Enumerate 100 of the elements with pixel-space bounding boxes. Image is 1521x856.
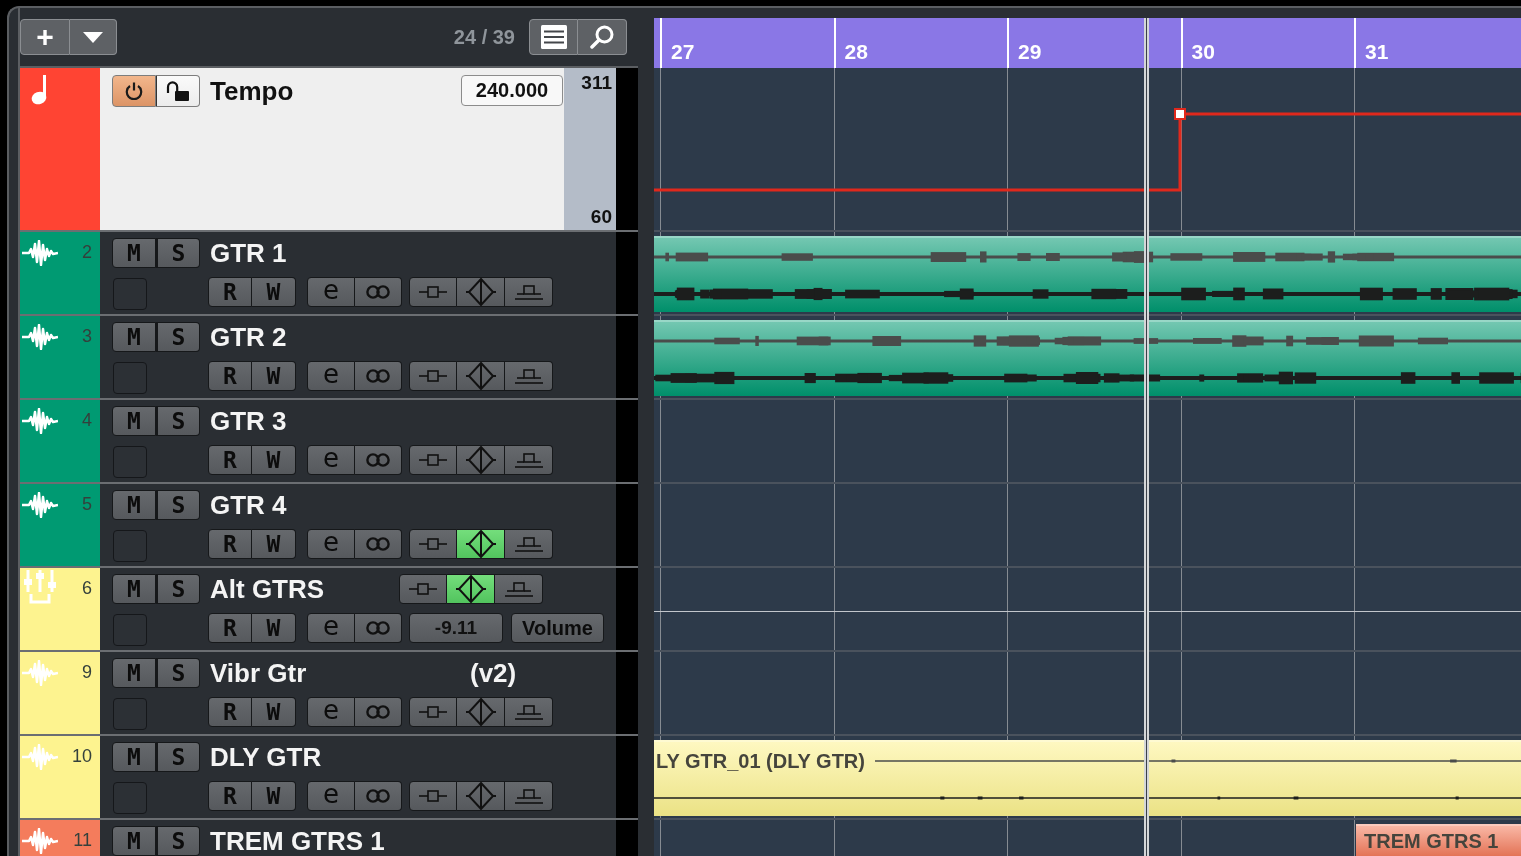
solo-button[interactable]: S: [156, 742, 200, 772]
line-square-button[interactable]: [409, 697, 457, 727]
rings-button[interactable]: [355, 529, 402, 559]
raised-square-button[interactable]: [505, 697, 553, 727]
tempo-value-field[interactable]: 240.000: [461, 75, 563, 106]
write-button[interactable]: W: [252, 613, 296, 643]
track-name: GTR 3: [210, 406, 288, 436]
note-icon: [31, 75, 49, 105]
raised-square-button[interactable]: [505, 445, 553, 475]
solo-button[interactable]: S: [156, 658, 200, 688]
line-square-icon: [419, 706, 447, 718]
read-button[interactable]: R: [208, 445, 252, 475]
bar-number: 29: [1018, 40, 1042, 63]
rings-button[interactable]: [355, 361, 402, 391]
track-number: 9: [82, 662, 92, 682]
rings-button[interactable]: [355, 697, 402, 727]
track-name: Alt GTRS: [210, 574, 326, 604]
audio-clip[interactable]: TREM GTRS 1: [1356, 824, 1521, 856]
track-number: 3: [82, 326, 92, 346]
solo-button[interactable]: S: [156, 322, 200, 352]
write-button[interactable]: W: [252, 361, 296, 391]
bar-number: 31: [1365, 40, 1389, 63]
mute-button[interactable]: M: [112, 574, 156, 604]
mute-button[interactable]: M: [112, 490, 156, 520]
edit-button[interactable]: e: [307, 613, 355, 643]
rings-icon: [366, 621, 390, 635]
write-button[interactable]: W: [252, 529, 296, 559]
list-button[interactable]: [529, 19, 578, 55]
read-button[interactable]: R: [208, 697, 252, 727]
waveform-icon: [22, 828, 58, 854]
waveform-icon: [22, 744, 58, 770]
rings-icon: [366, 285, 390, 299]
diamond-button[interactable]: [447, 574, 495, 604]
search-button[interactable]: [578, 19, 627, 55]
edit-button[interactable]: e: [307, 781, 355, 811]
dropdown-button[interactable]: [70, 19, 117, 55]
read-button[interactable]: R: [208, 361, 252, 391]
value-field[interactable]: -9.11: [409, 613, 503, 643]
parameter-button[interactable]: Volume: [511, 613, 604, 643]
tempo-point-icon[interactable]: [1174, 108, 1186, 120]
line-square-button[interactable]: [409, 781, 457, 811]
diamond-button[interactable]: [457, 529, 505, 559]
write-button[interactable]: W: [252, 445, 296, 475]
rings-icon: [366, 705, 390, 719]
track-number: 2: [82, 242, 92, 262]
edit-button[interactable]: e: [307, 445, 355, 475]
audio-clip[interactable]: [654, 320, 1521, 396]
line-square-icon: [419, 538, 447, 550]
add-track-button[interactable]: +: [20, 19, 70, 55]
rings-button[interactable]: [355, 613, 402, 643]
rings-button[interactable]: [355, 445, 402, 475]
scale-min-label: 60: [590, 206, 612, 228]
diamond-icon: [465, 446, 496, 474]
write-button[interactable]: W: [252, 781, 296, 811]
bar-number: 27: [671, 40, 695, 63]
waveform-icon: [22, 240, 58, 266]
write-button[interactable]: W: [252, 277, 296, 307]
diamond-icon: [465, 362, 496, 390]
raised-square-button[interactable]: [505, 277, 553, 307]
mute-button[interactable]: M: [112, 826, 156, 856]
raised-square-icon: [514, 536, 543, 552]
mute-button[interactable]: M: [112, 322, 156, 352]
line-square-button[interactable]: [409, 277, 457, 307]
edit-button[interactable]: e: [307, 697, 355, 727]
timeline-ruler[interactable]: 27 28 29 30 31: [654, 18, 1521, 68]
track-name: GTR 4: [210, 490, 288, 520]
audio-clip[interactable]: LY GTR_01 (DLY GTR): [654, 740, 1521, 816]
mute-button[interactable]: M: [112, 658, 156, 688]
solo-button[interactable]: S: [156, 574, 200, 604]
edit-button[interactable]: e: [307, 529, 355, 559]
read-button[interactable]: R: [208, 529, 252, 559]
bar-number: 30: [1191, 40, 1215, 63]
rings-button[interactable]: [355, 277, 402, 307]
level-meter: [616, 820, 638, 856]
read-button[interactable]: R: [208, 613, 252, 643]
write-button[interactable]: W: [252, 697, 296, 727]
rings-button[interactable]: [355, 781, 402, 811]
read-button[interactable]: R: [208, 277, 252, 307]
playhead-cursor[interactable]: [1144, 18, 1149, 856]
solo-button[interactable]: S: [156, 826, 200, 856]
mute-button[interactable]: M: [112, 406, 156, 436]
edit-button[interactable]: e: [307, 277, 355, 307]
track-name: GTR 2: [210, 322, 288, 352]
line-square-button[interactable]: [409, 445, 457, 475]
solo-button[interactable]: S: [156, 238, 200, 268]
mute-button[interactable]: M: [112, 742, 156, 772]
edit-button[interactable]: e: [307, 361, 355, 391]
search-icon: [590, 25, 614, 49]
mute-button[interactable]: M: [112, 238, 156, 268]
power-button[interactable]: [112, 75, 156, 107]
lock-button[interactable]: [156, 75, 200, 107]
line-square-icon: [419, 286, 447, 298]
version-tag: (v2): [470, 658, 517, 688]
line-square-button[interactable]: [409, 361, 457, 391]
raised-square-button[interactable]: [505, 781, 553, 811]
audio-clip[interactable]: [654, 236, 1521, 312]
read-button[interactable]: R: [208, 781, 252, 811]
solo-button[interactable]: S: [156, 406, 200, 436]
solo-button[interactable]: S: [156, 490, 200, 520]
raised-square-button[interactable]: [505, 361, 553, 391]
